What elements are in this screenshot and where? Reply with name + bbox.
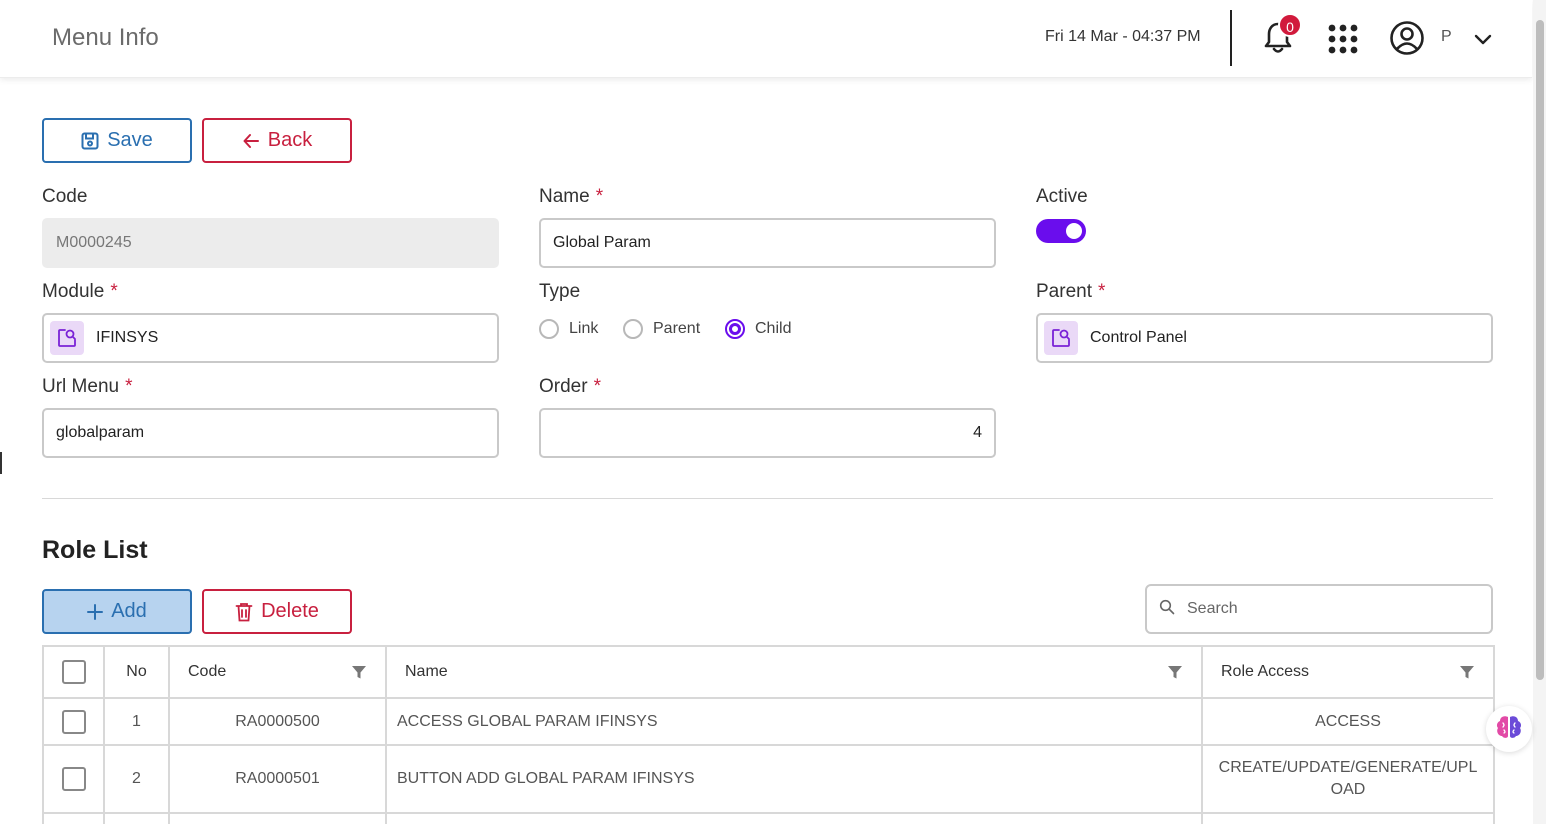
toggle-knob bbox=[1066, 223, 1082, 239]
col-header-name[interactable]: Name bbox=[385, 645, 1203, 699]
add-label: Add bbox=[111, 600, 147, 622]
back-label: Back bbox=[267, 129, 313, 151]
brain-icon bbox=[1495, 714, 1523, 745]
user-initial[interactable]: P bbox=[1441, 28, 1452, 46]
delete-label: Delete bbox=[261, 600, 319, 622]
search-input[interactable] bbox=[1187, 600, 1467, 618]
required-marker: * bbox=[593, 376, 601, 397]
table-row[interactable]: 1 RA0000500 ACCESS GLOBAL PARAM IFINSYS … bbox=[42, 697, 1495, 746]
back-button[interactable]: Back bbox=[202, 118, 352, 163]
radio-circle[interactable] bbox=[539, 319, 559, 339]
name-label: Name * bbox=[539, 186, 604, 207]
delete-button[interactable]: Delete bbox=[202, 589, 352, 634]
col-header-code-label: Code bbox=[188, 663, 227, 680]
order-field[interactable]: 4 bbox=[539, 408, 996, 458]
edge-marker bbox=[0, 452, 2, 474]
type-radio-parent[interactable]: Parent bbox=[623, 319, 700, 339]
filter-icon[interactable] bbox=[1167, 664, 1183, 680]
parent-label: Parent * bbox=[1036, 281, 1106, 302]
apps-grid-icon[interactable] bbox=[1327, 23, 1359, 55]
module-field[interactable]: IFINSYS bbox=[42, 313, 499, 363]
parent-field[interactable]: Control Panel bbox=[1036, 313, 1493, 363]
row-code: RA0000501 bbox=[168, 744, 387, 814]
required-marker: * bbox=[125, 376, 133, 397]
url-menu-field[interactable]: globalparam bbox=[42, 408, 499, 458]
notification-badge[interactable]: 0 bbox=[1278, 13, 1302, 37]
save-button[interactable]: Save bbox=[42, 118, 192, 163]
radio-circle-selected[interactable] bbox=[725, 319, 745, 339]
select-all-checkbox[interactable] bbox=[61, 660, 86, 684]
row-select-cell bbox=[42, 812, 105, 824]
search-box[interactable] bbox=[1145, 584, 1493, 634]
datetime-display: Fri 14 Mar - 04:37 PM bbox=[1045, 28, 1201, 45]
assistant-brain-button[interactable] bbox=[1486, 706, 1532, 752]
row-name: BUTTON ADD GLOBAL PARAM IFINSYS bbox=[385, 744, 1203, 814]
parent-value: Control Panel bbox=[1090, 329, 1187, 346]
arrow-left-icon bbox=[242, 132, 260, 150]
role-table: No Code Name Role Access 1 RA0000500 ACC… bbox=[42, 645, 1495, 824]
radio-label: Child bbox=[755, 320, 792, 337]
code-label: Code bbox=[42, 186, 88, 207]
radio-circle[interactable] bbox=[623, 319, 643, 339]
add-button[interactable]: Add bbox=[42, 589, 192, 634]
type-radio-link[interactable]: Link bbox=[539, 319, 598, 339]
module-value: IFINSYS bbox=[96, 329, 159, 346]
row-role-access: CREATE/UPDATE/GENERATE/UPLOAD bbox=[1201, 744, 1495, 814]
row-checkbox[interactable] bbox=[61, 767, 86, 791]
scrollbar-thumb[interactable] bbox=[1536, 20, 1544, 680]
required-marker: * bbox=[110, 281, 118, 302]
header-divider bbox=[1230, 10, 1232, 66]
page-scrollbar[interactable] bbox=[1533, 0, 1546, 824]
radio-label: Link bbox=[569, 320, 599, 337]
row-name: ACCESS GLOBAL PARAM IFINSYS bbox=[385, 697, 1203, 746]
role-list-title: Role List bbox=[42, 536, 148, 564]
required-marker: * bbox=[595, 186, 604, 207]
lookup-icon[interactable] bbox=[50, 321, 84, 355]
trash-icon bbox=[235, 602, 253, 622]
name-field[interactable]: Global Param bbox=[539, 218, 996, 268]
row-no: 2 bbox=[103, 744, 170, 814]
row-role-access: ACCESS bbox=[1201, 697, 1495, 746]
section-divider bbox=[42, 498, 1493, 499]
code-field: M0000245 bbox=[42, 218, 499, 268]
filter-icon[interactable] bbox=[351, 664, 367, 680]
type-label: Type bbox=[539, 281, 581, 302]
col-header-name-label: Name bbox=[405, 663, 448, 680]
module-label: Module * bbox=[42, 281, 118, 302]
row-checkbox[interactable] bbox=[61, 709, 86, 734]
col-header-role-access-label: Role Access bbox=[1221, 663, 1310, 680]
filter-icon[interactable] bbox=[1459, 664, 1475, 680]
plus-icon bbox=[87, 603, 104, 620]
active-label: Active bbox=[1036, 186, 1088, 207]
user-circle-icon[interactable] bbox=[1389, 20, 1425, 56]
col-header-role-access[interactable]: Role Access bbox=[1201, 645, 1495, 699]
row-select-cell bbox=[42, 697, 105, 746]
search-icon bbox=[1159, 599, 1175, 620]
col-header-code[interactable]: Code bbox=[168, 645, 387, 699]
chevron-down-icon[interactable] bbox=[1472, 28, 1494, 50]
type-radio-child[interactable]: Child bbox=[725, 319, 791, 339]
table-row[interactable]: 2 RA0000501 BUTTON ADD GLOBAL PARAM IFIN… bbox=[42, 744, 1495, 814]
active-toggle[interactable] bbox=[1036, 219, 1086, 243]
save-label: Save bbox=[107, 129, 153, 151]
lookup-icon[interactable] bbox=[1044, 321, 1078, 355]
row-select-cell bbox=[42, 744, 105, 814]
top-bar: Menu Info Fri 14 Mar - 04:37 PM 0 P bbox=[0, 0, 1532, 78]
table-header-row: No Code Name Role Access bbox=[42, 645, 1495, 699]
radio-label: Parent bbox=[653, 320, 701, 337]
required-marker: * bbox=[1097, 281, 1106, 302]
table-row[interactable] bbox=[42, 812, 1495, 824]
url-menu-label: Url Menu * bbox=[42, 376, 133, 397]
page-title: Menu Info bbox=[52, 24, 159, 51]
row-code: RA0000500 bbox=[168, 697, 387, 746]
select-all-cell bbox=[42, 645, 105, 699]
col-header-no[interactable]: No bbox=[103, 645, 170, 699]
save-icon bbox=[81, 132, 99, 150]
order-label: Order * bbox=[539, 376, 601, 397]
row-no: 1 bbox=[103, 697, 170, 746]
